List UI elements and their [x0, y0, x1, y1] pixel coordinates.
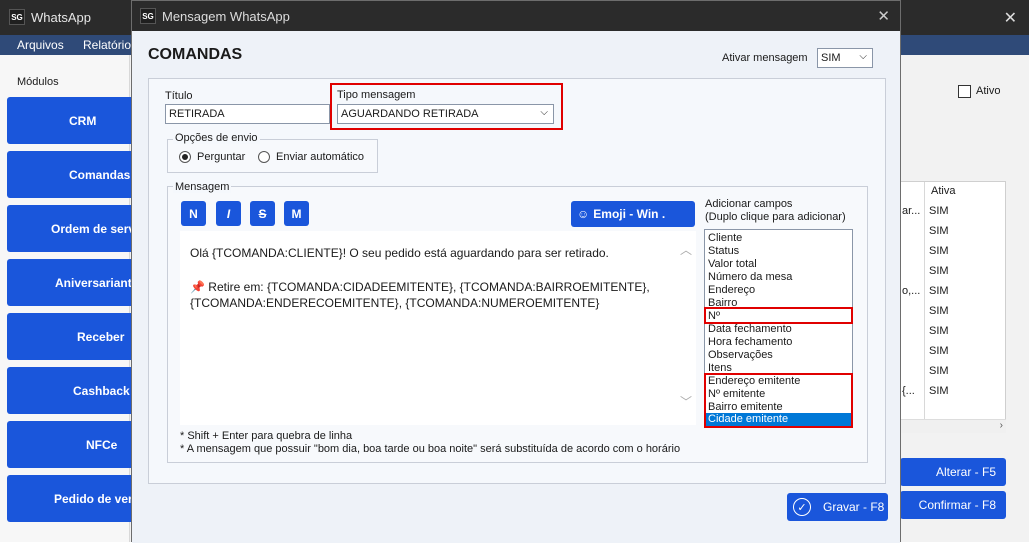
campo-item[interactable]: Número da mesa: [708, 271, 792, 284]
menu-arquivos[interactable]: Arquivos: [17, 38, 64, 52]
ativo-checkbox[interactable]: [958, 85, 971, 98]
italic-label: I: [226, 206, 231, 221]
table-cell-left: ar...: [902, 205, 921, 217]
table-header-ativa: Ativa: [931, 185, 956, 197]
main-window-title: WhatsApp: [31, 10, 91, 25]
campo-item[interactable]: Hora fechamento: [708, 336, 792, 349]
dialog-title: Mensagem WhatsApp: [162, 9, 290, 24]
table-cell-left: o,...: [902, 285, 921, 297]
module-label: Comandas: [69, 167, 131, 182]
ativo-label: Ativo: [976, 85, 1001, 97]
campo-item[interactable]: Valor total: [708, 258, 757, 271]
module-label: Cashback: [73, 383, 130, 398]
table-cell-ativa: SIM: [929, 305, 949, 317]
table-cell-ativa: SIM: [929, 365, 949, 377]
campo-item[interactable]: Data fechamento: [708, 323, 792, 336]
table-cell-left: {...: [902, 385, 915, 397]
tipo-mensagem-value: AGUARDANDO RETIRADA: [341, 108, 479, 120]
module-label: Receber: [77, 329, 125, 344]
ativar-mensagem-label: Ativar mensagem: [722, 52, 808, 64]
confirmar-button[interactable]: Confirmar - F8: [900, 491, 1006, 519]
adicionar-campos-label: Adicionar campos: [705, 198, 793, 210]
gravar-label: Gravar - F8: [823, 500, 885, 514]
strikethrough-label: S: [258, 206, 267, 221]
opcoes-envio-label: Opções de envio: [173, 132, 260, 144]
app-logo: SG: [9, 9, 25, 25]
table-column-divider: [924, 182, 925, 422]
module-label: CRM: [69, 113, 97, 128]
titulo-label: Título: [165, 90, 193, 102]
campo-item[interactable]: Endereço: [708, 284, 755, 297]
campo-item[interactable]: Observações: [708, 349, 773, 362]
pin-icon: 📌: [190, 280, 205, 294]
monospace-label: M: [291, 206, 302, 221]
tipo-mensagem-select[interactable]: AGUARDANDO RETIRADA ⌵: [337, 104, 554, 124]
dialog-logo: SG: [140, 8, 156, 24]
confirmar-label: Confirmar - F8: [918, 498, 996, 512]
campo-numero-highlight: [704, 307, 853, 324]
radio-perguntar[interactable]: [179, 151, 191, 163]
message-textarea[interactable]: Olá {TCOMANDA:CLIENTE}! O seu pedido est…: [180, 231, 696, 425]
bold-button[interactable]: N: [181, 201, 206, 226]
records-table[interactable]: [900, 181, 1006, 433]
message-line: Olá {TCOMANDA:CLIENTE}! O seu pedido est…: [190, 246, 609, 260]
chevron-down-icon: ⌵: [859, 51, 867, 62]
dialog-close-icon[interactable]: ✕: [877, 7, 890, 25]
gravar-button[interactable]: ✓ Gravar - F8: [787, 493, 888, 521]
table-cell-ativa: SIM: [929, 345, 949, 357]
right-panel: Ativo Ativa › Alterar - F5 Confirmar - F…: [900, 55, 1029, 542]
radio-perguntar-label: Perguntar: [197, 151, 246, 163]
alterar-label: Alterar - F5: [935, 465, 996, 479]
campo-item[interactable]: Status: [708, 245, 739, 258]
table-cell-ativa: SIM: [929, 265, 949, 277]
campos-emitente-highlight: [704, 373, 853, 428]
modules-label: Módulos: [17, 76, 59, 88]
menu-relatorio[interactable]: Relatório: [83, 38, 131, 52]
titulo-input[interactable]: RETIRADA: [165, 104, 330, 124]
emoji-label: Emoji - Win .: [593, 207, 666, 221]
emoji-button[interactable]: ☺ Emoji - Win .: [571, 201, 695, 227]
dialog-titlebar: SG Mensagem WhatsApp ✕: [132, 1, 900, 31]
bold-label: N: [189, 206, 198, 221]
ativar-mensagem-select[interactable]: SIM ⌵: [817, 48, 873, 68]
smiley-icon: ☺: [577, 207, 590, 221]
titulo-value: RETIRADA: [169, 108, 225, 120]
table-horizontal-scrollbar[interactable]: ›: [900, 419, 1006, 433]
italic-button[interactable]: I: [216, 201, 241, 226]
tipo-mensagem-label: Tipo mensagem: [337, 89, 416, 101]
scroll-right-icon[interactable]: ›: [1000, 420, 1003, 431]
mensagem-whatsapp-dialog: SG Mensagem WhatsApp ✕ COMANDAS Ativar m…: [131, 0, 901, 543]
campo-item[interactable]: Cliente: [708, 232, 742, 245]
message-line: {TCOMANDA:ENDERECOEMITENTE}, {TCOMANDA:N…: [190, 296, 600, 310]
table-cell-ativa: SIM: [929, 245, 949, 257]
hint-greeting: * A mensagem que possuir "bom dia, boa t…: [180, 443, 681, 455]
monospace-button[interactable]: M: [284, 201, 309, 226]
mensagem-label: Mensagem: [173, 181, 232, 193]
main-close-icon[interactable]: ✕: [1004, 8, 1017, 28]
scroll-down-icon[interactable]: ﹀: [680, 393, 692, 410]
table-cell-ativa: SIM: [929, 285, 949, 297]
hint-line-break: * Shift + Enter para quebra de linha: [180, 430, 353, 442]
table-cell-ativa: SIM: [929, 325, 949, 337]
module-label: NFCe: [86, 437, 118, 452]
message-line: 📌 Retire em: {TCOMANDA:CIDADEEMITENTE}, …: [190, 280, 650, 294]
table-cell-ativa: SIM: [929, 205, 949, 217]
radio-enviar-automatico[interactable]: [258, 151, 270, 163]
dialog-heading: COMANDAS: [148, 46, 243, 63]
adicionar-campos-hint: (Duplo clique para adicionar): [705, 211, 846, 223]
table-cell-ativa: SIM: [929, 385, 949, 397]
check-circle-icon: ✓: [793, 498, 811, 516]
scroll-up-icon[interactable]: ︿: [680, 241, 692, 258]
ativar-mensagem-value: SIM: [821, 52, 841, 64]
table-cell-ativa: SIM: [929, 225, 949, 237]
chevron-down-icon: ⌵: [540, 107, 548, 118]
alterar-button[interactable]: Alterar - F5: [900, 458, 1006, 486]
radio-enviar-automatico-label: Enviar automático: [276, 151, 365, 163]
strikethrough-button[interactable]: S: [250, 201, 275, 226]
message-text: Retire em: {TCOMANDA:CIDADEEMITENTE}, {T…: [208, 280, 650, 294]
